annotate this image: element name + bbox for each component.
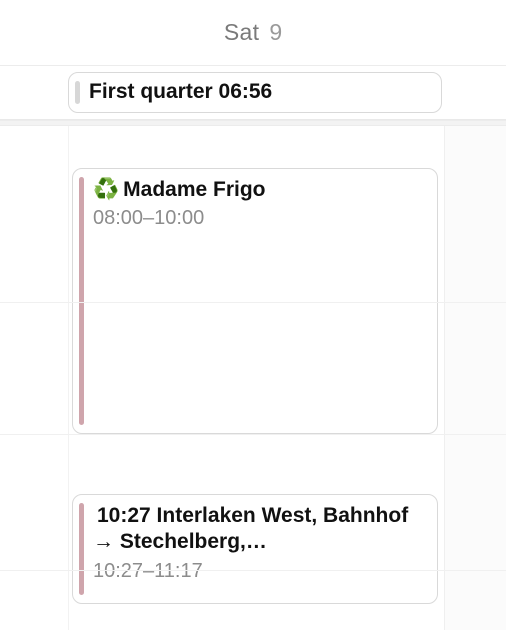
event-title: 10:27 Interlaken West, Bahnhof → Stechel… xyxy=(93,503,425,556)
event-time: 10:27–11:17 xyxy=(93,560,425,583)
allday-inner: First quarter 06:56 xyxy=(68,72,442,113)
day-name: Sat xyxy=(224,19,259,46)
event-title-text: Madame Frigo xyxy=(123,178,265,201)
event-title: ♻️Madame Frigo xyxy=(93,177,425,203)
left-gutter-line xyxy=(68,126,69,630)
day-header: Sat 9 xyxy=(0,0,506,66)
event-title-text: 10:27 Interlaken West, Bahnhof → Stechel… xyxy=(93,504,408,553)
hour-separator xyxy=(0,434,506,435)
allday-row: First quarter 06:56 xyxy=(0,66,506,120)
day-number: 9 xyxy=(269,19,282,46)
allday-event[interactable]: First quarter 06:56 xyxy=(68,72,442,113)
event-stripe xyxy=(75,81,80,104)
recycle-icon: ♻️ xyxy=(93,178,119,201)
hour-separator xyxy=(0,570,506,571)
allday-event-title: First quarter 06:56 xyxy=(89,79,429,105)
hour-separator xyxy=(0,302,506,303)
event-stripe xyxy=(79,177,84,425)
time-grid[interactable]: ♻️Madame Frigo 08:00–10:00 10:27 Interla… xyxy=(0,126,506,630)
event-time: 08:00–10:00 xyxy=(93,207,425,230)
calendar-event[interactable]: 10:27 Interlaken West, Bahnhof → Stechel… xyxy=(72,494,438,604)
calendar-event[interactable]: ♻️Madame Frigo 08:00–10:00 xyxy=(72,168,438,434)
event-stripe xyxy=(79,503,84,595)
